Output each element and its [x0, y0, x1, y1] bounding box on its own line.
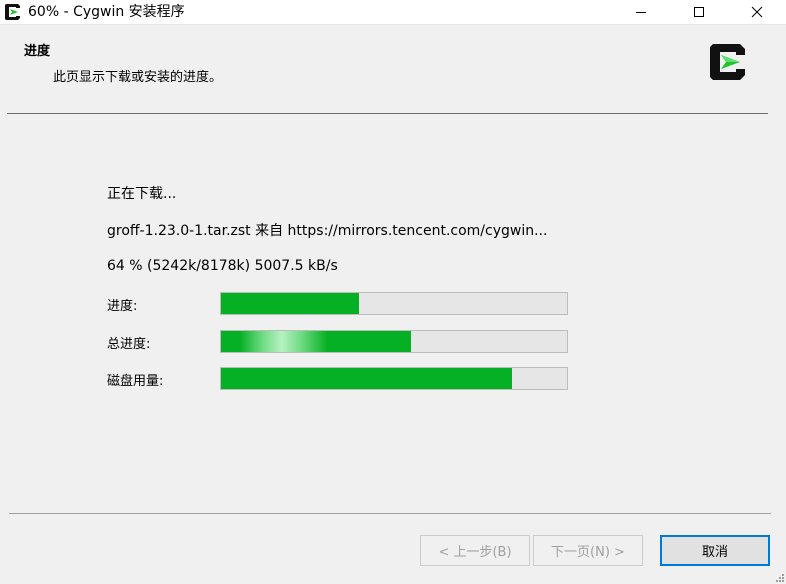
- title-bar: 60% - Cygwin 安装程序: [0, 0, 786, 25]
- page-subtitle: 此页显示下载或安装的进度。: [53, 70, 223, 85]
- minimize-button[interactable]: [618, 0, 664, 24]
- window-title: 60% - Cygwin 安装程序: [28, 4, 185, 20]
- minimize-icon: [636, 12, 646, 13]
- maximize-icon: [694, 7, 704, 17]
- total-progress-label: 总进度:: [107, 337, 151, 352]
- next-button[interactable]: 下一页(N) >: [533, 535, 643, 566]
- cygwin-icon: [5, 4, 20, 20]
- progress-bar: [220, 292, 568, 315]
- header-divider: [7, 113, 768, 114]
- resize-grip-icon[interactable]: [774, 572, 784, 582]
- download-status: 正在下载...: [107, 186, 177, 202]
- cygwin-logo: [710, 44, 745, 80]
- disk-usage-bar-fill: [221, 368, 512, 389]
- close-button[interactable]: [734, 0, 780, 24]
- footer-divider: [9, 513, 771, 514]
- current-file: groff-1.23.0-1.tar.zst 来自 https://mirror…: [107, 223, 548, 239]
- disk-usage-label: 磁盘用量:: [107, 374, 164, 389]
- page-title: 进度: [24, 44, 51, 59]
- page-header: 进度 此页显示下载或安装的进度。: [0, 25, 786, 113]
- maximize-button[interactable]: [676, 0, 722, 24]
- progress-label: 进度:: [107, 299, 138, 314]
- back-button[interactable]: < 上一步(B): [420, 535, 530, 566]
- total-progress-bar: [220, 330, 568, 353]
- progress-bar-fill: [221, 293, 360, 314]
- cancel-button[interactable]: 取消: [660, 535, 770, 566]
- disk-usage-bar: [220, 367, 568, 390]
- total-progress-bar-fill: [221, 331, 412, 352]
- download-stats: 64 % (5242k/8178k) 5007.5 kB/s: [107, 258, 338, 274]
- close-icon: [751, 6, 763, 18]
